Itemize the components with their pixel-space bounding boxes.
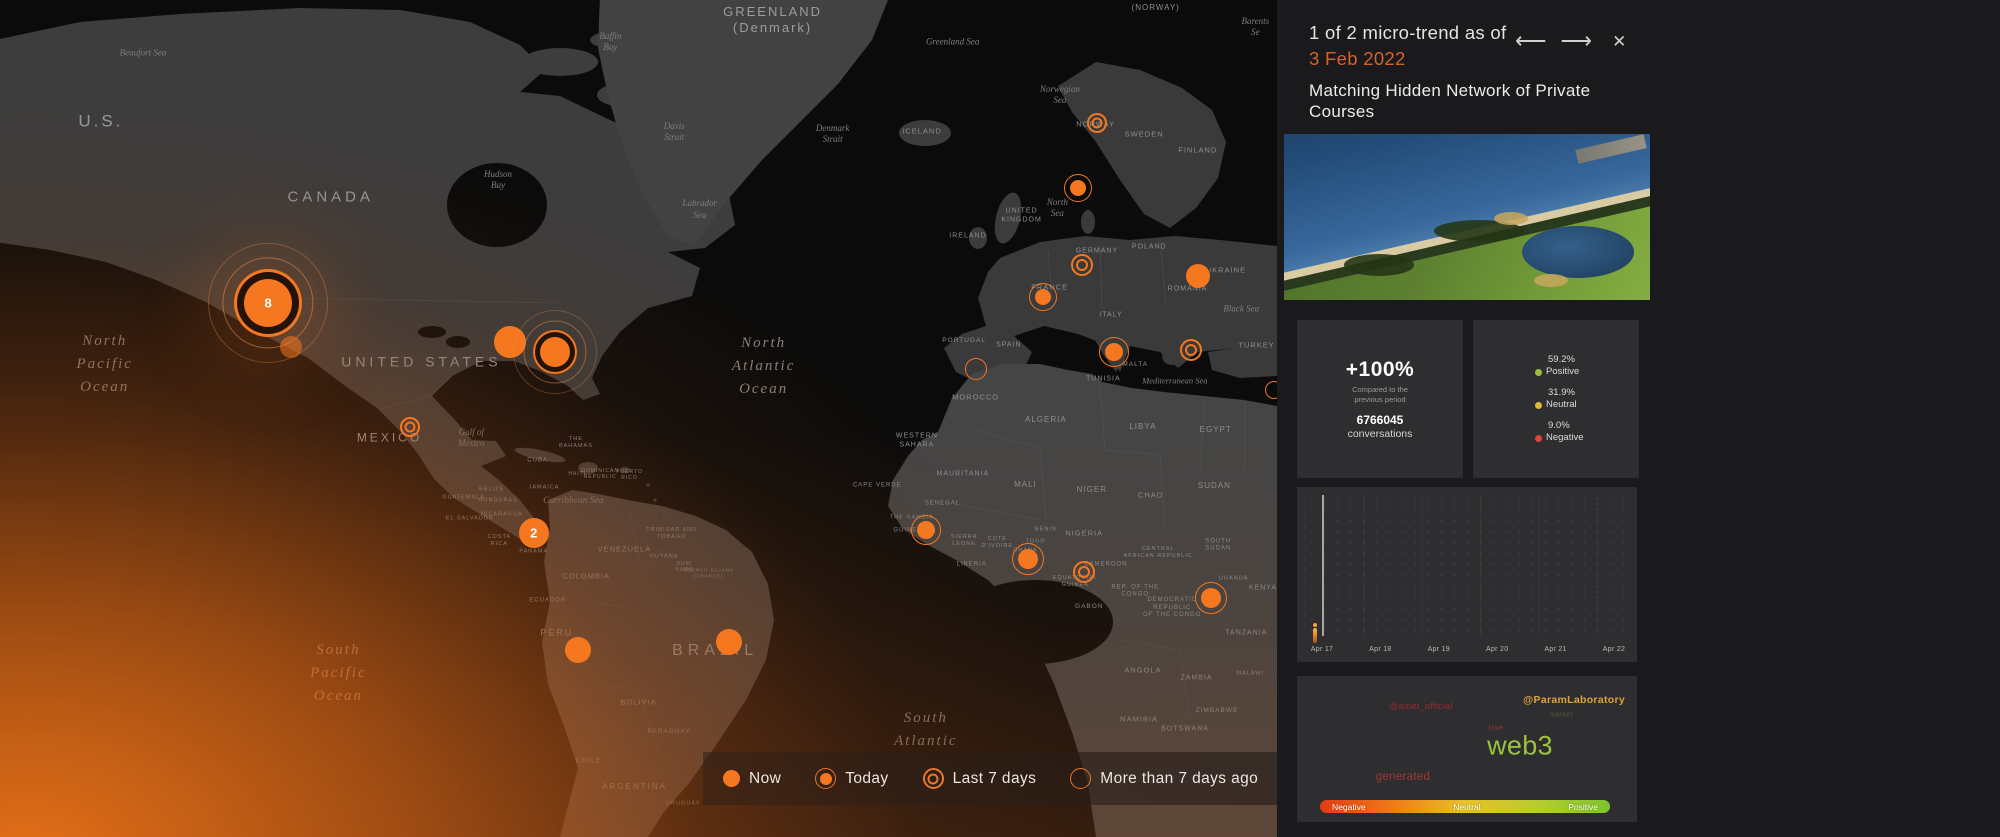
cloud-word[interactable]: @ainet_official (1389, 701, 1453, 711)
app-root: Beaufort Sea Baffin Bay Davis Strait Hudson… (0, 0, 2000, 837)
conversations-stat-card: +100% Compared to the previous period 67… (1297, 320, 1463, 478)
photo-trees (1344, 254, 1414, 276)
cloud-word[interactable]: web3 (1487, 731, 1553, 762)
map-markers-layer: 82 (0, 0, 1277, 837)
legend-label: More than 7 days ago (1100, 769, 1259, 787)
trend-title: Matching Hidden Network of Private Cours… (1309, 81, 1591, 121)
legend-item-now: Now (723, 770, 781, 788)
photo-bunker (1534, 274, 1568, 287)
legend-label: Last 7 days (952, 769, 1037, 787)
chart-reference-line (1322, 495, 1324, 636)
word-cloud-card: @ainet_official @ParamLaboratory market ris… (1297, 676, 1637, 822)
cloud-word[interactable]: generated (1376, 771, 1431, 783)
sentiment-row-negative: 9.0% Negative (1535, 420, 1584, 444)
marker-count: 2 (530, 525, 538, 541)
scale-negative-label: Negative (1332, 801, 1366, 812)
chart-event-marker (1313, 623, 1317, 643)
change-percentage: +100% (1345, 357, 1415, 381)
legend-item-older: More than 7 days ago (1070, 768, 1258, 789)
x-tick-label: Apr 22 (1602, 646, 1626, 653)
world-map[interactable]: Beaufort Sea Baffin Bay Davis Strait Hudson… (0, 0, 1277, 837)
legend-label: Now (749, 769, 782, 787)
cloud-word[interactable]: @ParamLaboratory (1523, 694, 1625, 706)
sentiment-scale-bar: Negative Neutral Positive (1320, 800, 1610, 813)
prev-arrow-icon[interactable]: ⟵ (1515, 30, 1547, 52)
x-tick-label: Apr 21 (1544, 646, 1567, 653)
photo-pond (1522, 226, 1634, 278)
legend-last7-icon (922, 768, 944, 789)
sentiment-row-neutral: 31.9% Neutral (1535, 387, 1584, 411)
x-tick-label: Apr 18 (1369, 646, 1392, 653)
scale-neutral-label: Neutral (1453, 801, 1481, 812)
sentiment-dot-icon (1535, 434, 1542, 442)
sentiment-row-positive: 59.2% Positive (1535, 354, 1584, 378)
x-tick-label: Apr 19 (1427, 646, 1451, 653)
legend-today-icon (815, 768, 837, 789)
legend-now-icon (723, 770, 740, 787)
scale-positive-label: Positive (1568, 801, 1598, 812)
legend-item-today: Today (815, 768, 888, 789)
cloud-word[interactable]: market (1549, 712, 1572, 719)
legend-label: Today (845, 769, 889, 787)
close-icon[interactable]: ✕ (1612, 33, 1626, 50)
x-tick-label: Apr 17 (1310, 646, 1334, 653)
sentiment-dot-icon (1535, 401, 1542, 409)
sentiment-card: 59.2% Positive 31.9% Neutral 9.0% Negative (1473, 320, 1639, 478)
next-arrow-icon[interactable]: ⟶ (1561, 30, 1593, 52)
volume-chart-card: Apr 17 Apr 18 Apr 19 Apr 20 Apr 21 Apr 22 (1297, 487, 1637, 662)
marker-count: 8 (264, 295, 272, 311)
change-caption: Compared to the previous period (1352, 384, 1408, 404)
trend-photo (1284, 134, 1650, 300)
conversations-count: 6766045 (1356, 413, 1404, 428)
map-legend: Now Today Last 7 days More than 7 days ago (703, 752, 1277, 805)
photo-bunker (1494, 212, 1528, 225)
chart-grid (1305, 493, 1629, 636)
sentiment-dot-icon (1535, 368, 1542, 376)
sentiment-breakdown: 59.2% Positive 31.9% Neutral 9.0% Negative (1535, 354, 1584, 444)
trend-detail-panel: 1 of 2 micro-trend as of 3 Feb 2022 ⟵ ⟶ … (1277, 0, 2000, 837)
legend-item-last7: Last 7 days (922, 768, 1037, 789)
conversations-label: conversations (1347, 428, 1413, 441)
x-tick-label: Apr 20 (1485, 646, 1509, 653)
chart-x-axis: Apr 17 Apr 18 Apr 19 Apr 20 Apr 21 Apr 22 (1297, 646, 1637, 658)
legend-older-icon (1070, 768, 1092, 789)
